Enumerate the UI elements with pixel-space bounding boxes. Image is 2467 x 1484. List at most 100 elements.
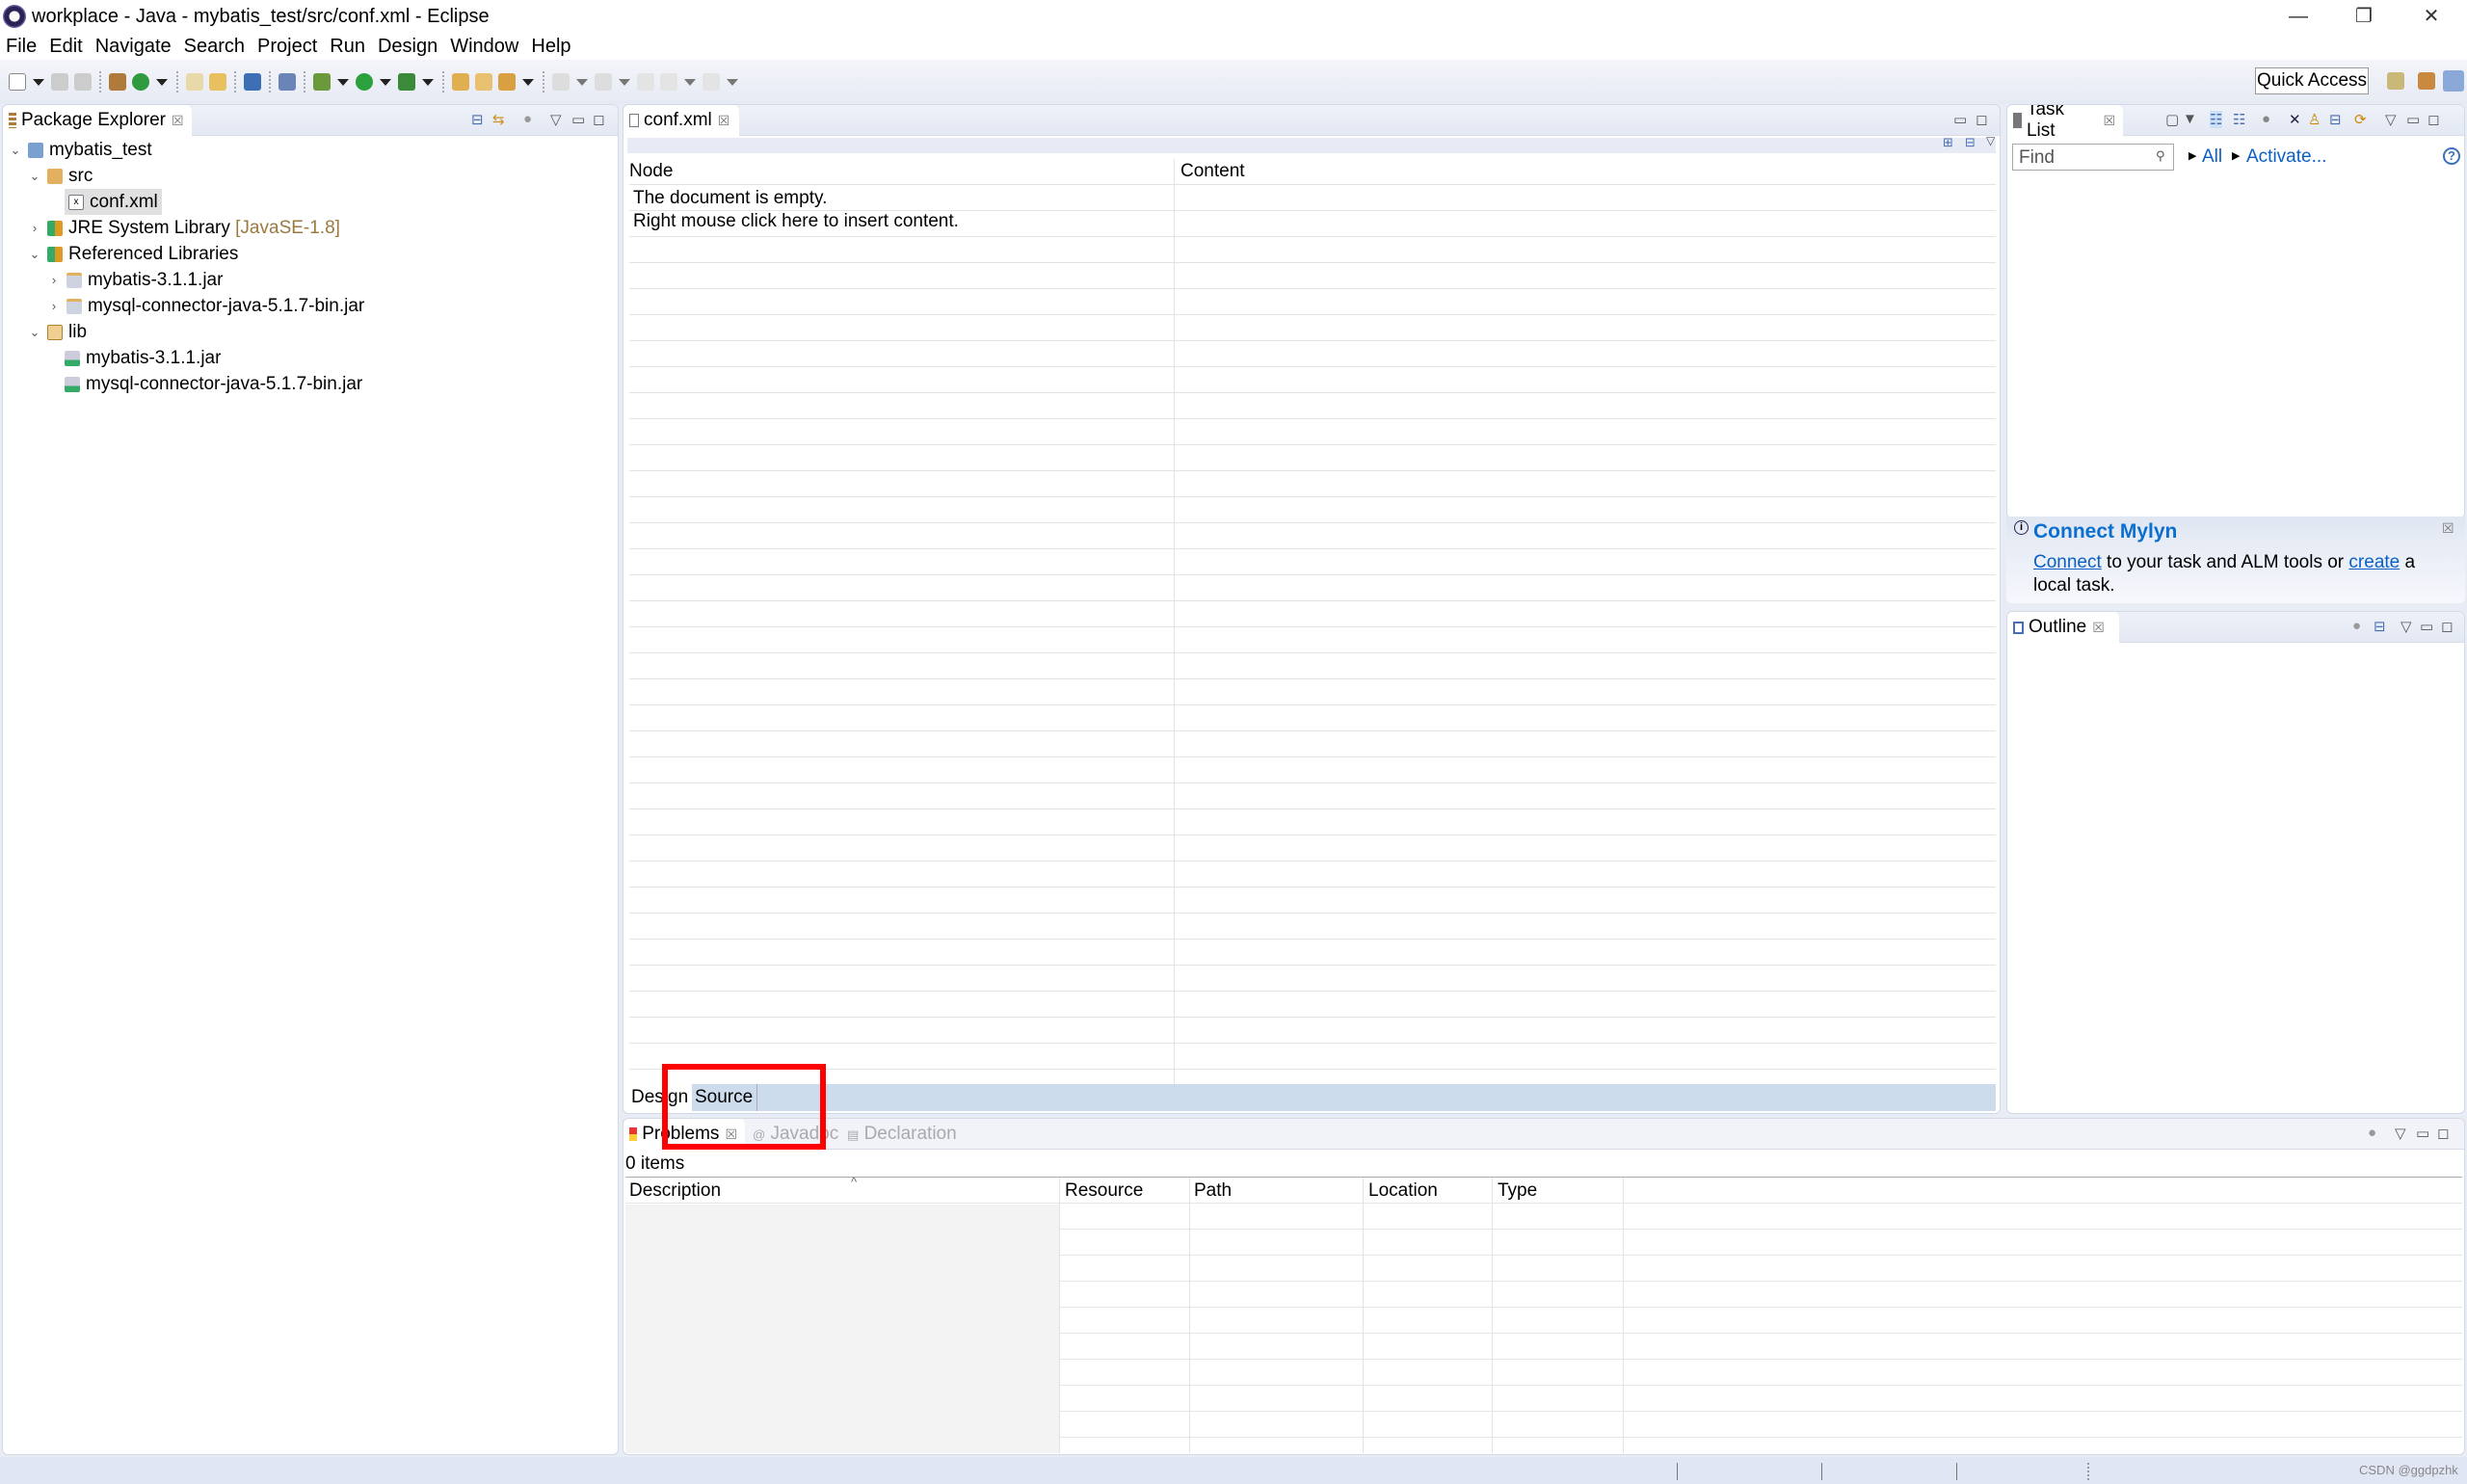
back-dropdown-icon[interactable] — [684, 78, 696, 86]
tab-outline[interactable]: Outline ☒ — [2007, 612, 2119, 643]
open-folder-icon[interactable] — [475, 73, 492, 91]
java-ee-perspective-icon[interactable] — [2418, 72, 2435, 90]
focus-icon[interactable]: ● — [2262, 111, 2270, 127]
view-menu-icon[interactable]: ▽ — [2395, 1125, 2406, 1142]
close-icon[interactable]: ☒ — [718, 113, 730, 129]
collapse-all-icon[interactable]: ⊟ — [471, 111, 484, 128]
view-menu-icon[interactable]: ▽ — [1986, 134, 1995, 147]
column-header-node[interactable]: Node — [629, 161, 673, 182]
maximize-icon[interactable]: ◻ — [2437, 1125, 2449, 1142]
column-header-resource[interactable]: Resource — [1065, 1180, 1143, 1202]
collapse-all-icon[interactable]: ⊟ — [2374, 618, 2386, 635]
menu-file[interactable]: File — [6, 36, 37, 58]
categorized-icon[interactable]: ☷ — [2210, 111, 2223, 128]
close-icon[interactable]: ☒ — [2092, 620, 2105, 636]
hide-completed-icon[interactable]: ✕ — [2289, 111, 2301, 128]
focus-icon[interactable]: ● — [2352, 618, 2361, 634]
tree-item-lib-file[interactable]: mybatis-3.1.1.jar — [65, 345, 221, 371]
column-header-path[interactable]: Path — [1194, 1180, 1232, 1202]
last-edit-icon[interactable] — [637, 73, 654, 91]
column-header-content[interactable]: Content — [1180, 161, 1245, 182]
skip-breakpoints-icon[interactable] — [279, 73, 296, 91]
menu-project[interactable]: Project — [257, 36, 317, 58]
save-all-icon[interactable] — [74, 73, 92, 91]
menu-edit[interactable]: Edit — [49, 36, 82, 58]
back-icon[interactable] — [660, 73, 677, 91]
menu-run[interactable]: Run — [330, 36, 365, 58]
minimize-icon[interactable]: ▭ — [2416, 1125, 2429, 1142]
forward-dropdown-icon[interactable] — [727, 78, 738, 86]
tab-conf-xml[interactable]: conf.xml ☒ — [623, 105, 739, 136]
new-icon[interactable] — [9, 73, 26, 91]
open-type-icon[interactable] — [186, 73, 203, 91]
new-task-icon[interactable]: ▢ — [2165, 111, 2179, 128]
debug-icon[interactable] — [313, 73, 331, 91]
maximize-icon[interactable]: ◻ — [2427, 111, 2439, 128]
close-button[interactable]: ✕ — [2398, 0, 2465, 33]
view-menu-icon[interactable]: ▽ — [550, 111, 562, 128]
tree-item-conf-xml[interactable]: x conf.xml — [65, 189, 162, 215]
tree-item-jar[interactable]: › mybatis-3.1.1.jar — [47, 267, 224, 293]
external-tools-icon[interactable] — [398, 73, 415, 91]
minimize-button[interactable]: — — [2265, 0, 2332, 33]
tree-item-jre[interactable]: › JRE System Library [JavaSE-1.8] — [28, 215, 340, 241]
minimize-icon[interactable]: ▭ — [1953, 111, 1967, 128]
focus-icon[interactable]: ● — [2368, 1125, 2376, 1141]
maximize-icon[interactable]: ◻ — [2441, 618, 2453, 635]
maximize-icon[interactable]: ◻ — [593, 111, 604, 128]
close-icon[interactable]: ☒ — [2103, 113, 2115, 129]
save-icon[interactable] — [51, 73, 68, 91]
problems-table[interactable]: Description Resource Path Location Type — [625, 1178, 2462, 1453]
scheduled-icon[interactable]: ☷ — [2233, 111, 2245, 128]
column-header-description[interactable]: Description — [629, 1180, 721, 1202]
minimize-icon[interactable]: ▭ — [571, 111, 585, 128]
open-task-icon[interactable] — [209, 73, 226, 91]
filter-my-tasks-icon[interactable]: ♙ — [2308, 111, 2321, 128]
tab-declaration[interactable]: ▤ Declaration — [847, 1124, 957, 1145]
next-annotation-dropdown-icon[interactable] — [576, 78, 588, 86]
new-package-icon[interactable] — [109, 73, 126, 91]
debug-dropdown-icon[interactable] — [337, 78, 349, 86]
restore-button[interactable]: ❐ — [2330, 0, 2398, 33]
minimize-icon[interactable]: ▭ — [2420, 618, 2433, 635]
pen-icon[interactable] — [498, 73, 516, 91]
next-annotation-icon[interactable] — [552, 73, 570, 91]
pen-dropdown-icon[interactable] — [522, 78, 534, 86]
view-menu-icon[interactable]: ▽ — [2401, 618, 2412, 635]
new-dropdown-icon[interactable] — [33, 78, 44, 86]
open-project-icon[interactable] — [452, 73, 469, 91]
external-tools-dropdown-icon[interactable] — [422, 78, 434, 86]
quick-access-input[interactable]: Quick Access — [2255, 67, 2369, 94]
tree-item-referenced-libraries[interactable]: ⌄ Referenced Libraries — [28, 241, 239, 267]
connect-link[interactable]: Connect — [2033, 552, 2102, 572]
menu-design[interactable]: Design — [378, 36, 438, 58]
xml-design-table[interactable]: Node Content The document is empty. Righ… — [629, 159, 1996, 1084]
menu-navigate[interactable]: Navigate — [95, 36, 172, 58]
column-header-location[interactable]: Location — [1368, 1180, 1438, 1202]
menu-help[interactable]: Help — [531, 36, 570, 58]
collapse-all-icon[interactable]: ⊟ — [1965, 135, 1976, 150]
new-class-dropdown-icon[interactable] — [156, 78, 168, 86]
column-header-type[interactable]: Type — [1498, 1180, 1537, 1202]
close-icon[interactable]: ☒ — [2442, 520, 2454, 537]
open-perspective-icon[interactable] — [2387, 72, 2404, 90]
tree-item-lib[interactable]: ⌄ lib — [28, 319, 87, 345]
run-icon[interactable] — [356, 73, 373, 91]
collapse-all-icon[interactable]: ⊟ — [2329, 111, 2342, 128]
link-with-editor-icon[interactable]: ⇆ — [492, 111, 505, 128]
run-dropdown-icon[interactable] — [380, 78, 391, 86]
menu-search[interactable]: Search — [184, 36, 245, 58]
tree-item-lib-file[interactable]: mysql-connector-java-5.1.7-bin.jar — [65, 371, 362, 397]
focus-icon[interactable]: ● — [523, 111, 532, 127]
all-link[interactable]: All — [2202, 146, 2222, 168]
help-icon[interactable]: ? — [2443, 147, 2460, 165]
synchronize-icon[interactable]: ⟳ — [2354, 111, 2367, 128]
expand-all-icon[interactable]: ⊞ — [1943, 135, 1953, 150]
view-menu-icon[interactable]: ▽ — [2385, 111, 2397, 128]
tab-task-list[interactable]: Task List ☒ — [2007, 105, 2123, 141]
java-perspective-icon[interactable] — [2443, 70, 2464, 92]
menu-window[interactable]: Window — [450, 36, 518, 58]
create-link[interactable]: create — [2348, 552, 2400, 572]
new-class-icon[interactable] — [132, 73, 149, 91]
minimize-icon[interactable]: ▭ — [2406, 111, 2420, 128]
